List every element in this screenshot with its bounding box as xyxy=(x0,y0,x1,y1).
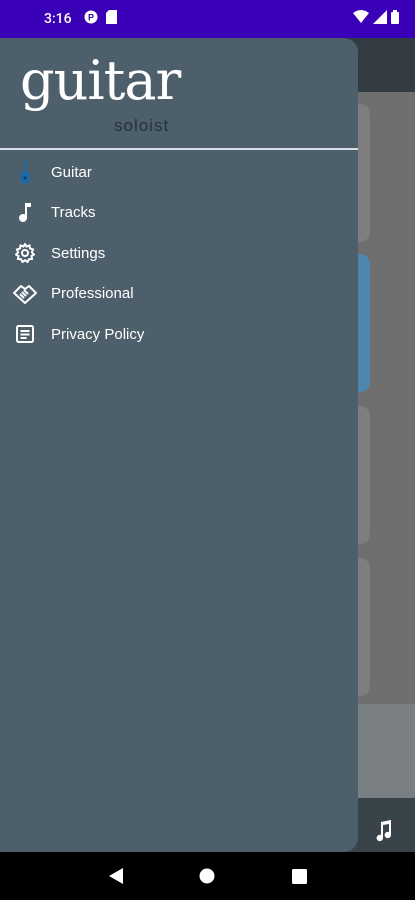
navigation-drawer: guitar soloist Guitar Tracks Settings Pr… xyxy=(0,38,358,852)
menu-item-settings[interactable]: Settings xyxy=(0,233,358,274)
document-icon xyxy=(12,321,38,347)
guitar-icon xyxy=(12,159,38,185)
sd-card-icon xyxy=(105,10,117,28)
battery-icon xyxy=(391,10,399,28)
menu-item-label: Tracks xyxy=(51,204,96,222)
logo-subtitle: soloist xyxy=(114,116,170,135)
svg-text:P: P xyxy=(88,13,94,23)
home-icon[interactable] xyxy=(195,864,219,888)
music-note-icon xyxy=(375,820,393,847)
signal-icon xyxy=(373,10,387,28)
menu-item-label: Settings xyxy=(51,244,106,262)
menu-item-label: Guitar xyxy=(51,163,92,181)
status-time: 3:16 xyxy=(44,11,72,27)
p-badge-icon: P xyxy=(84,10,98,28)
menu-item-professional[interactable]: Professional xyxy=(0,274,358,315)
menu-item-privacy-policy[interactable]: Privacy Policy xyxy=(0,314,358,355)
recents-icon[interactable] xyxy=(287,864,311,888)
status-bar: 3:16 P xyxy=(0,0,415,38)
drawer-divider xyxy=(0,148,358,150)
back-icon[interactable] xyxy=(104,864,128,888)
drawer-menu: Guitar Tracks Settings Professional Priv… xyxy=(0,152,358,355)
menu-item-guitar[interactable]: Guitar xyxy=(0,152,358,193)
drawer-logo: guitar soloist xyxy=(0,38,358,150)
handshake-icon xyxy=(12,281,38,307)
gear-icon xyxy=(12,240,38,266)
logo-title: guitar xyxy=(20,49,181,112)
menu-item-tracks[interactable]: Tracks xyxy=(0,193,358,234)
music-note-icon xyxy=(12,200,38,226)
menu-item-label: Professional xyxy=(51,285,134,303)
wifi-icon xyxy=(353,10,369,28)
system-nav-bar xyxy=(0,852,415,900)
menu-item-label: Privacy Policy xyxy=(51,325,145,343)
